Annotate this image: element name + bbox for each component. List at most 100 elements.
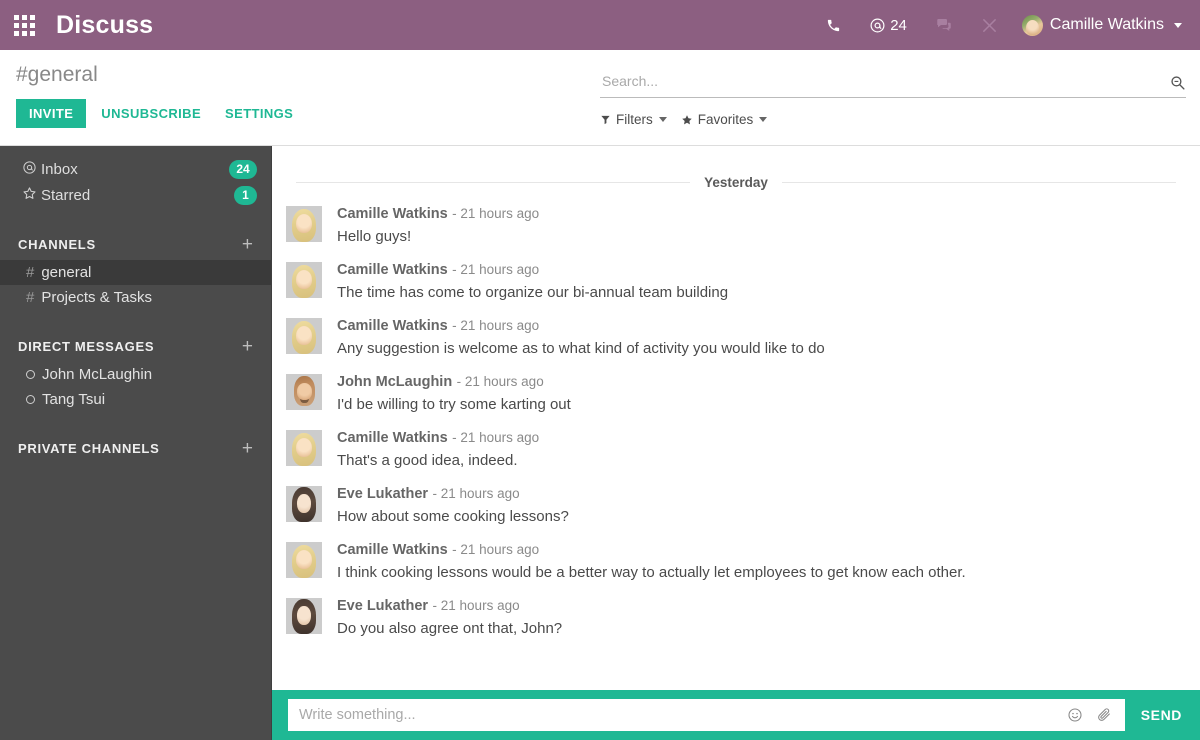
- message-timestamp: - 21 hours ago: [432, 486, 520, 501]
- user-avatar: [1021, 14, 1043, 36]
- app-brand-title: Discuss: [56, 10, 154, 39]
- message-header: Eve Lukather - 21 hours ago: [337, 484, 1176, 504]
- message-timestamp: - 21 hours ago: [456, 374, 544, 389]
- add-channel-plus-icon[interactable]: +: [240, 235, 255, 254]
- message-body: Camille Watkins - 21 hours ago The time …: [337, 260, 1176, 303]
- message-timestamp: - 21 hours ago: [452, 430, 540, 445]
- message-body: Camille Watkins - 21 hours ago Any sugge…: [337, 316, 1176, 359]
- apps-grid-icon[interactable]: [0, 0, 48, 50]
- sidebar-section-private-channels: PRIVATE CHANNELS +: [0, 436, 271, 460]
- message-author: Eve Lukather: [337, 486, 429, 502]
- avatar: [286, 598, 322, 634]
- date-separator-label: Yesterday: [704, 175, 768, 190]
- favorites-label: Favorites: [697, 112, 754, 127]
- sidebar-channel-label: general: [41, 264, 92, 281]
- message-header: Camille Watkins - 21 hours ago: [337, 204, 1176, 224]
- avatar: [286, 486, 322, 522]
- app-body: Inbox 24 Starred 1 CHANNELS + # general …: [0, 146, 1200, 740]
- invite-button[interactable]: INVITE: [16, 99, 87, 128]
- sidebar-item-inbox[interactable]: Inbox 24: [0, 156, 271, 182]
- message-header: Camille Watkins - 21 hours ago: [337, 260, 1176, 280]
- smiley-icon[interactable]: [1067, 707, 1083, 723]
- message-text: That's a good idea, indeed.: [337, 452, 518, 469]
- page-title: #general: [16, 63, 98, 86]
- sidebar-starred-label: Starred: [41, 186, 91, 204]
- filter-icon: [601, 115, 610, 125]
- filters-label: Filters: [616, 112, 653, 127]
- message-item: Eve Lukather - 21 hours ago How about so…: [272, 484, 1200, 527]
- sidebar-item-starred[interactable]: Starred 1: [0, 182, 271, 208]
- hash-icon: #: [26, 264, 35, 281]
- at-icon: [22, 160, 41, 178]
- message-author: Camille Watkins: [337, 542, 448, 558]
- starred-badge: 1: [234, 185, 257, 205]
- message-author: Camille Watkins: [337, 206, 448, 222]
- star-icon: [682, 114, 692, 124]
- mentions-counter[interactable]: 24: [855, 0, 921, 50]
- message-body: Eve Lukather - 21 hours ago Do you also …: [337, 596, 1176, 639]
- message-text: I think cooking lessons would be a bette…: [337, 564, 966, 581]
- message-header: Eve Lukather - 21 hours ago: [337, 596, 1176, 616]
- status-circle-icon: [26, 370, 35, 379]
- settings-button[interactable]: SETTINGS: [216, 99, 302, 128]
- message-input[interactable]: [288, 699, 1054, 731]
- search-input[interactable]: [600, 73, 1161, 92]
- message-text: Any suggestion is welcome as to what kin…: [337, 340, 825, 357]
- avatar: [286, 262, 322, 298]
- filter-bar: Filters Favorites: [600, 112, 1186, 127]
- message-body: Camille Watkins - 21 hours ago I think c…: [337, 540, 1176, 583]
- avatar: [286, 430, 322, 466]
- message-text: The time has come to organize our bi-ann…: [337, 284, 729, 301]
- user-menu[interactable]: Camille Watkins: [1012, 0, 1186, 50]
- control-panel: #general INVITE UNSUBSCRIBE SETTINGS Fil…: [0, 50, 1200, 146]
- paperclip-icon[interactable]: [1096, 707, 1112, 723]
- add-direct-message-plus-icon[interactable]: +: [240, 337, 255, 356]
- message-item: Camille Watkins - 21 hours ago Any sugge…: [272, 316, 1200, 359]
- message-composer: SEND: [272, 690, 1200, 740]
- message-header: Camille Watkins - 21 hours ago: [337, 428, 1176, 448]
- phone-icon[interactable]: [812, 0, 855, 50]
- unsubscribe-button[interactable]: UNSUBSCRIBE: [92, 99, 210, 128]
- date-separator: Yesterday: [272, 147, 1200, 204]
- add-private-channel-plus-icon[interactable]: +: [240, 439, 255, 458]
- message-timestamp: - 21 hours ago: [432, 598, 520, 613]
- sidebar-item-projects-tasks[interactable]: # Projects & Tasks: [0, 285, 271, 310]
- avatar: [286, 542, 322, 578]
- sidebar-inbox-label: Inbox: [41, 160, 78, 178]
- control-panel-right: Filters Favorites: [600, 50, 1186, 127]
- message-timestamp: - 21 hours ago: [452, 262, 540, 277]
- separator-line-right: [781, 182, 1177, 183]
- message-item: Eve Lukather - 21 hours ago Do you also …: [272, 596, 1200, 639]
- navbar-icons: 24 Camille Watkins: [812, 0, 1186, 50]
- messages-icon[interactable]: [921, 0, 967, 50]
- search-icon[interactable]: [1161, 74, 1186, 91]
- favorites-dropdown[interactable]: Favorites: [681, 112, 768, 127]
- sidebar: Inbox 24 Starred 1 CHANNELS + # general …: [0, 146, 272, 740]
- message-item: Camille Watkins - 21 hours ago The time …: [272, 260, 1200, 303]
- sidebar-channel-label: Projects & Tasks: [41, 289, 152, 306]
- tools-icon[interactable]: [967, 0, 1012, 50]
- message-header: John McLaughin - 21 hours ago: [337, 372, 1176, 392]
- private-channels-section-title: PRIVATE CHANNELS: [18, 440, 160, 456]
- top-navbar: Discuss 24 Camille Watkins: [0, 0, 1200, 50]
- sidebar-item-tang-tsui[interactable]: Tang Tsui: [0, 387, 271, 412]
- inbox-badge: 24: [229, 159, 257, 179]
- message-item: John McLaughin - 21 hours ago I'd be wil…: [272, 372, 1200, 415]
- message-thread: Yesterday Camille Watkins - 21 hours ago…: [272, 146, 1200, 690]
- sidebar-section-direct-messages: DIRECT MESSAGES +: [0, 334, 271, 358]
- sidebar-item-general[interactable]: # general: [0, 260, 271, 285]
- chevron-down-icon: [1174, 22, 1182, 28]
- filters-dropdown[interactable]: Filters: [600, 112, 667, 127]
- status-circle-icon: [26, 395, 35, 404]
- message-header: Camille Watkins - 21 hours ago: [337, 316, 1176, 336]
- control-panel-left: #general INVITE UNSUBSCRIBE SETTINGS: [16, 50, 302, 145]
- user-name-label: Camille Watkins: [1049, 16, 1164, 33]
- avatar: [286, 206, 322, 242]
- message-item: Camille Watkins - 21 hours ago I think c…: [272, 540, 1200, 583]
- sidebar-item-john-mclaughin[interactable]: John McLaughin: [0, 362, 271, 387]
- avatar: [286, 374, 322, 410]
- send-button[interactable]: SEND: [1125, 707, 1200, 723]
- message-body: John McLaughin - 21 hours ago I'd be wil…: [337, 372, 1176, 415]
- channel-action-buttons: INVITE UNSUBSCRIBE SETTINGS: [16, 99, 302, 128]
- channels-section-title: CHANNELS: [18, 236, 96, 252]
